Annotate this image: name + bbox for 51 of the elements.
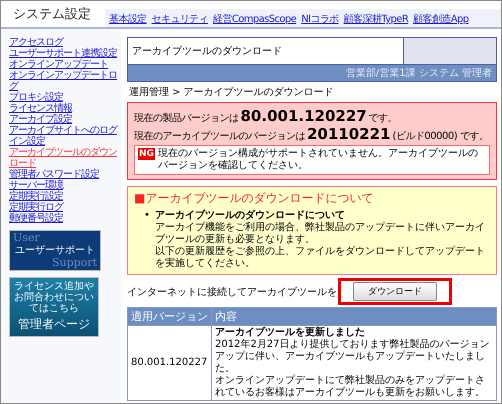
nav-link[interactable]: NIコラボ <box>301 12 339 27</box>
build-number: (ビルド00000) <box>392 130 458 143</box>
sidebar-link[interactable]: 定期実行設定 <box>9 191 121 202</box>
sidebar-link[interactable]: アーカイブサイトへのログイン設定 <box>9 125 121 147</box>
sidebar-link[interactable]: 郵便番号設定 <box>9 213 121 224</box>
sidebar-link[interactable]: ユーザーサポート連携設定 <box>9 48 121 59</box>
product-version: 80.001.120227 <box>240 107 367 125</box>
banner-backdrop-text: Support <box>52 257 97 269</box>
sidebar-link[interactable]: サーバー環境 <box>9 180 121 191</box>
sidebar-link[interactable]: 管理者パスワード設定 <box>9 169 121 180</box>
nav-link[interactable]: 顧客創造App <box>413 12 469 27</box>
support-banner[interactable]: User ユーザーサポート Support <box>9 230 101 271</box>
update-text: 2012年2月27日より提供しております弊社製品のバージョンアップに伴い、アーカイブツールもアップデートいたしました。 <box>215 339 491 374</box>
notice-text: アーカイブ機能をご利用の場合、弊社製品のアップデートに伴いアーカイブツールの更新も必要となります。 <box>154 222 486 246</box>
update-text: オンラインアップデートにて弊社製品のみをアップデートされているお客様はアーカイブツールも更新をお願いします。 <box>215 375 486 399</box>
notice-item-title: アーカイブツールのダウンロードについて <box>154 210 346 222</box>
column-header: 適用バージョン <box>128 308 212 326</box>
nav-link[interactable]: セキュリティ <box>152 12 208 27</box>
admin-banner[interactable]: ライセンス追加やお問合わせについてはこちら 管理者ページ <box>9 277 99 337</box>
table-cell: 80.001.120227 <box>128 326 212 400</box>
download-text: インターネットに接続してアーカイブツールを <box>127 286 337 298</box>
nav-link[interactable]: 基本設定 <box>109 12 147 27</box>
download-button[interactable]: ダウンロード <box>353 282 437 301</box>
nav-link[interactable]: 経営CompasScope <box>213 12 296 27</box>
sidebar-link[interactable]: アクセスログ <box>9 37 121 48</box>
banner-note: ライセンス追加やお問合わせについてはこちら <box>13 281 95 314</box>
sidebar-link[interactable]: プロキシ設定 <box>9 92 121 103</box>
alert-message: 現在のバージョン構成がサポートされていません。アーカイブツールのバージョンを確認してください。 <box>158 148 479 172</box>
status-text: 現在の製品バージョンは <box>134 112 238 125</box>
nav-link[interactable]: 顧客深耕TypeR <box>344 12 408 27</box>
notice-text: 以下の更新履歴をご参照の上、ファイルをダウンロードしてアップデートを実施してください。 <box>154 246 486 270</box>
breadcrumb: 運用管理 > アーカイブツールのダウンロード <box>129 86 335 99</box>
bullet-mark: • <box>144 210 150 223</box>
sidebar-link[interactable]: 定期実行ログ <box>9 202 121 213</box>
banner-label: 管理者ページ <box>17 316 91 333</box>
archive-version: 20110221 <box>307 125 390 143</box>
user-info: 営業部/営業1課 システム 管理者 <box>128 64 496 81</box>
error-badge: NG <box>138 148 155 160</box>
update-title: アーカイブツールを更新しました <box>215 327 366 339</box>
sidebar-link[interactable]: オンラインアップデートログ <box>9 70 121 92</box>
sidebar-link[interactable]: アーカイブ設定 <box>9 114 121 125</box>
sidebar-link[interactable]: ライセンス情報 <box>9 103 121 114</box>
banner-label: ユーザーサポート <box>14 244 96 257</box>
notice-heading: ■アーカイブツールのダウンロードについて <box>134 190 374 207</box>
status-text: です。 <box>460 130 489 143</box>
column-header: 内容 <box>212 308 496 326</box>
banner-backdrop-text: User <box>13 232 40 244</box>
sidebar-link[interactable]: オンラインアップデート <box>9 59 121 70</box>
window-title: システム設定 <box>12 6 92 24</box>
status-text: です。 <box>368 112 398 125</box>
status-text: 現在のアーカイブツールのバージョンは <box>134 130 305 143</box>
